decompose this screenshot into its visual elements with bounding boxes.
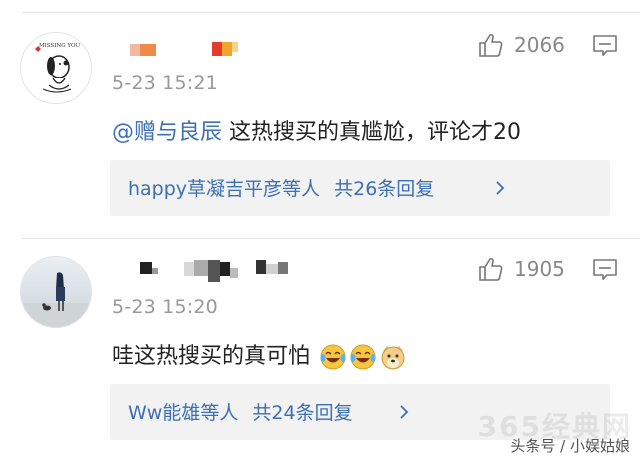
doge-emoji-icon xyxy=(381,346,405,370)
comment-body: 这热搜买的真尴尬，评论才20 xyxy=(222,120,522,145)
like-button[interactable]: 2066 xyxy=(478,32,565,58)
comment-bubble-icon xyxy=(593,259,617,280)
reply-others-label: 等人 xyxy=(282,178,321,200)
avatar[interactable]: MISSING YOU xyxy=(20,32,92,104)
reply-summary-text: Ww能雄等人 共24条回复 xyxy=(128,398,353,425)
reply-others-label: 等人 xyxy=(200,402,239,424)
snoopy-avatar-icon: MISSING YOU xyxy=(21,33,91,103)
reply-count[interactable]: 共26条回复 xyxy=(334,178,434,200)
beach-photo-avatar-icon xyxy=(21,257,91,327)
like-count: 1905 xyxy=(514,257,565,281)
reply-button[interactable] xyxy=(592,258,618,286)
chevron-right-icon xyxy=(400,405,409,419)
comment-time: 5-23 15:21 xyxy=(112,72,218,94)
reply-users[interactable]: happy草凝吉平彦 xyxy=(128,178,282,200)
like-count: 2066 xyxy=(514,33,565,57)
comment-bubble-icon xyxy=(593,35,617,56)
comment-text: 哇这热搜买的真可怕 xyxy=(112,338,407,371)
comment-time: 5-23 15:20 xyxy=(112,296,218,318)
username-redacted[interactable] xyxy=(112,256,312,286)
thumbs-up-icon xyxy=(479,257,503,281)
reply-users[interactable]: Ww能雄 xyxy=(128,402,200,424)
reply-summary[interactable]: happy草凝吉平彦等人 共26条回复 xyxy=(110,160,610,216)
reply-button[interactable] xyxy=(592,34,618,62)
username-redacted[interactable] xyxy=(112,32,312,62)
chevron-right-icon xyxy=(496,181,505,195)
reply-count[interactable]: 共24条回复 xyxy=(252,402,352,424)
comment-text: @赠与良辰 这热搜买的真尴尬，评论才20 xyxy=(112,114,521,146)
like-button[interactable]: 1905 xyxy=(478,256,565,282)
comment-item: MISSING YOU 5-23 15:21 2066 @赠与良辰 这热搜买的真… xyxy=(0,12,640,242)
svg-text:MISSING YOU: MISSING YOU xyxy=(39,43,81,49)
comment-body: 哇这热搜买的真可怕 xyxy=(112,344,311,369)
avatar[interactable] xyxy=(20,256,92,328)
reply-summary-text: happy草凝吉平彦等人 共26条回复 xyxy=(128,174,434,201)
laugh-cry-emoji-icon xyxy=(320,344,346,370)
thumbs-up-icon xyxy=(479,33,503,57)
source-byline: 头条号 / 小娱姑娘 xyxy=(510,437,630,455)
mention-link[interactable]: @赠与良辰 xyxy=(112,120,222,145)
laugh-cry-emoji-icon xyxy=(350,344,376,370)
